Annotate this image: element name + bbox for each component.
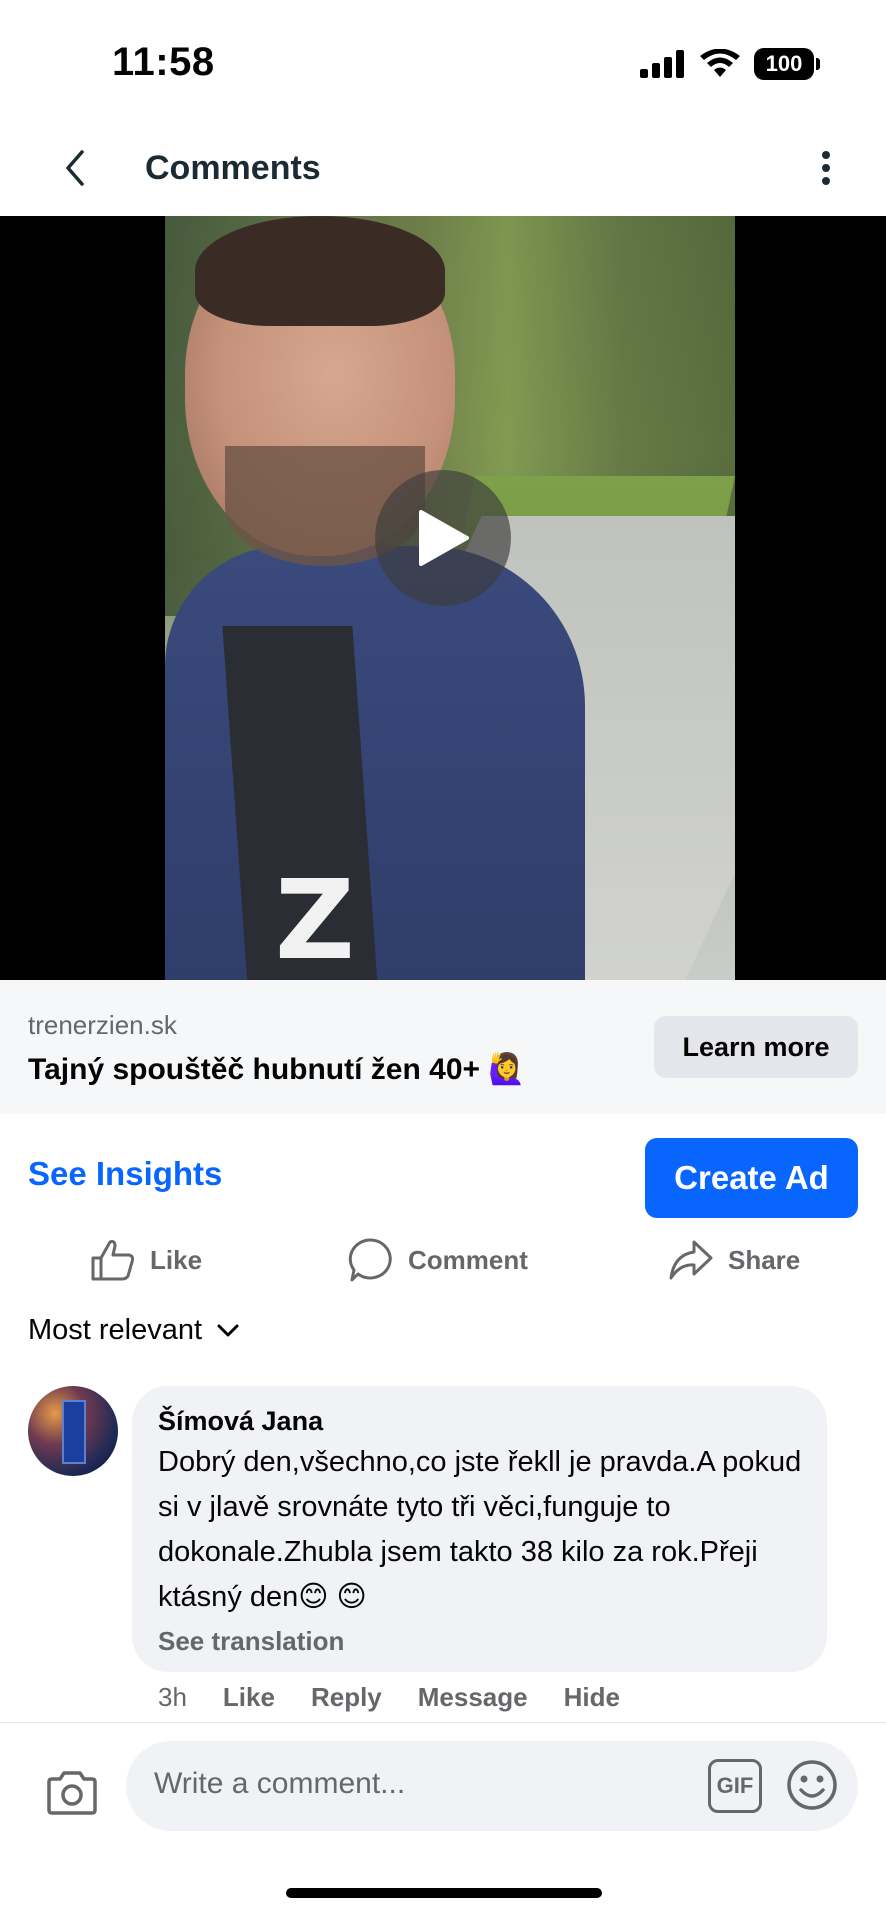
status-time: 11:58	[112, 40, 215, 84]
thumbs-up-icon	[91, 1240, 135, 1281]
camera-button[interactable]	[42, 1763, 102, 1823]
page-title: Comments	[145, 149, 321, 187]
comment-author[interactable]: Šímová Jana	[158, 1406, 323, 1437]
comment-input-placeholder: Write a comment...	[154, 1767, 406, 1800]
video-player[interactable]: Z	[0, 216, 886, 980]
avatar[interactable]	[28, 1386, 118, 1476]
comment-bubble[interactable]: Šímová Jana Dobrý den,všechno,co jste ře…	[132, 1386, 827, 1672]
status-icons: 100	[640, 48, 820, 80]
camera-icon	[47, 1771, 97, 1815]
chevron-left-icon	[66, 150, 84, 186]
comment-meta: 3h Like Reply Message Hide	[158, 1682, 620, 1713]
play-icon	[419, 510, 469, 566]
comment-button[interactable]: Comment	[348, 1228, 528, 1292]
status-bar: 11:58 100	[0, 0, 886, 120]
cellular-signal-icon	[640, 50, 684, 78]
like-label: Like	[150, 1244, 203, 1275]
play-button[interactable]	[375, 470, 511, 606]
top-nav: Comments	[0, 120, 886, 216]
see-insights-link[interactable]: See Insights	[28, 1155, 222, 1193]
wifi-icon	[700, 49, 740, 77]
home-indicator	[286, 1888, 602, 1898]
sort-label: Most relevant	[28, 1314, 203, 1346]
smiley-icon	[787, 1760, 837, 1810]
share-label: Share	[728, 1244, 801, 1275]
like-button[interactable]: Like	[90, 1228, 202, 1292]
comment-sort-dropdown[interactable]: Most relevant	[28, 1314, 240, 1347]
create-ad-button[interactable]: Create Ad	[645, 1138, 858, 1218]
comment-reply-button[interactable]: Reply	[311, 1682, 382, 1713]
ad-domain: trenerzien.sk	[28, 1010, 177, 1040]
comment-text: Dobrý den,všechno,co jste řekll je pravd…	[158, 1446, 802, 1613]
ad-headline: Tajný spouštěč hubnutí žen 40+ 🙋‍♀️	[28, 1053, 526, 1086]
ad-info-bar[interactable]: trenerzien.sk Tajný spouštěč hubnutí žen…	[0, 980, 886, 1114]
comment-like-button[interactable]: Like	[223, 1682, 275, 1713]
emoji-button[interactable]	[782, 1755, 842, 1815]
learn-more-button[interactable]: Learn more	[654, 1016, 858, 1078]
more-vertical-icon	[822, 151, 830, 185]
comment-input[interactable]: Write a comment... GIF	[126, 1741, 858, 1831]
share-arrow-icon	[669, 1240, 713, 1280]
post-actions-bar: Like Comment Share	[0, 1228, 886, 1292]
battery-indicator: 100	[754, 48, 820, 80]
comment-bubble-icon	[348, 1238, 392, 1282]
chevron-down-icon	[217, 1324, 239, 1336]
see-translation-link[interactable]: See translation	[158, 1626, 344, 1657]
comment-hide-button[interactable]: Hide	[564, 1682, 620, 1713]
gif-button[interactable]: GIF	[708, 1759, 762, 1813]
back-button[interactable]	[44, 138, 104, 198]
comment-label: Comment	[408, 1244, 528, 1275]
comment-message-button[interactable]: Message	[418, 1682, 528, 1713]
more-options-button[interactable]	[796, 138, 856, 198]
comment-time: 3h	[158, 1682, 187, 1712]
share-button[interactable]: Share	[668, 1228, 800, 1292]
